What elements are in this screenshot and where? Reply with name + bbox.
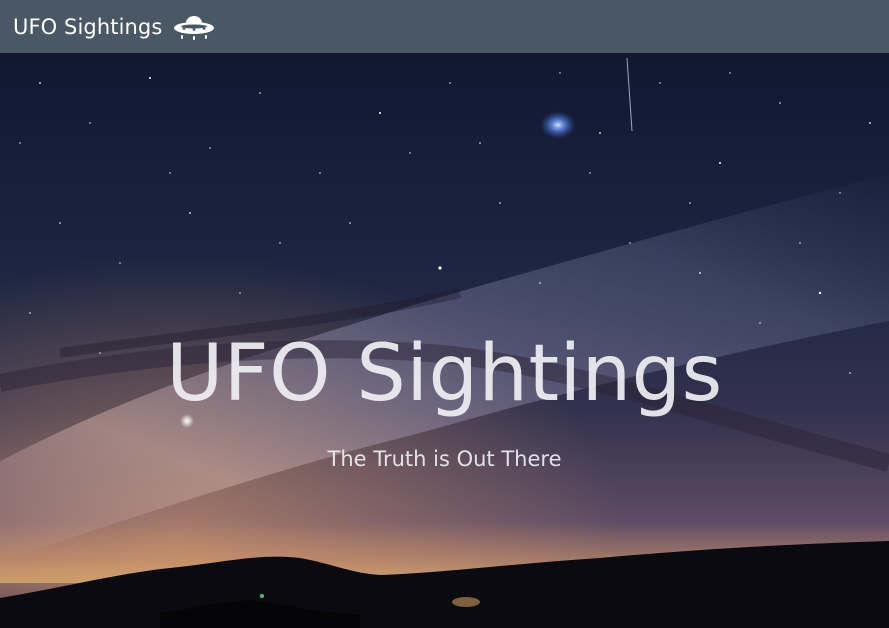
brand-link[interactable]: UFO Sightings xyxy=(13,13,216,41)
brand-title: UFO Sightings xyxy=(13,14,163,39)
top-navbar: UFO Sightings xyxy=(0,0,889,53)
hero-subtitle: The Truth is Out There xyxy=(327,447,562,471)
hero-title: UFO Sightings xyxy=(166,329,723,419)
hero-banner: UFO Sightings The Truth is Out There xyxy=(0,53,889,628)
hero-content: UFO Sightings The Truth is Out There xyxy=(0,53,889,628)
ufo-icon xyxy=(172,13,216,41)
